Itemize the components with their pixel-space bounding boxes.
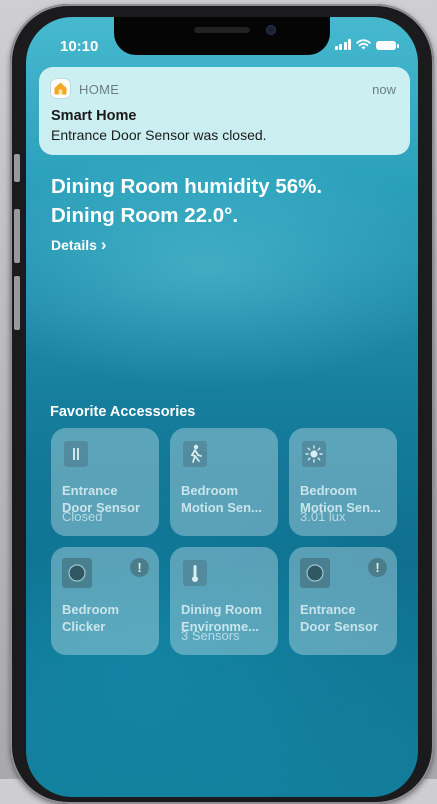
button-icon [300, 558, 330, 588]
details-label: Details [51, 237, 97, 253]
wifi-icon [356, 39, 371, 50]
home-summary: Dining Room humidity 56%. Dining Room 22… [51, 172, 411, 230]
door-sensor-icon [64, 441, 88, 467]
light-sensor-icon [302, 441, 326, 467]
accessory-name: Entrance Door Sensor [300, 602, 379, 634]
battery-icon [376, 41, 399, 50]
accessory-tile[interactable]: ! Entrance Door Sensor [289, 547, 397, 655]
earpiece-speaker [194, 27, 250, 33]
accessory-status: Closed [62, 509, 103, 524]
temperature-summary: Dining Room 22.0°. [51, 204, 239, 227]
accessory-tile[interactable]: Entrance Door Sensor Closed [51, 428, 159, 536]
notification-title: Smart Home [51, 108, 137, 124]
lock-screen: 10:10 HOME now Smart Home Entrance Door … [26, 17, 418, 797]
status-time: 10:10 [60, 38, 99, 55]
thermometer-icon [183, 560, 207, 586]
accessory-status: 3.01 lux [300, 509, 346, 524]
home-notification[interactable]: HOME now Smart Home Entrance Door Sensor… [39, 67, 410, 155]
details-link[interactable]: Details › [51, 235, 106, 255]
front-camera [266, 25, 276, 35]
favorite-accessories-title: Favorite Accessories [50, 404, 196, 420]
silent-switch [14, 154, 20, 182]
volume-down-button [14, 276, 20, 330]
notch [114, 17, 330, 55]
status-icons [334, 39, 399, 50]
accessory-tile[interactable]: Bedroom Motion Sen... [170, 428, 278, 536]
alert-icon: ! [130, 558, 149, 577]
notification-body: Entrance Door Sensor was closed. [51, 127, 267, 143]
motion-icon [183, 441, 207, 467]
humidity-summary: Dining Room humidity 56%. [51, 175, 323, 198]
accessory-name: Bedroom Motion Sen... [181, 483, 262, 515]
alert-icon: ! [368, 558, 387, 577]
chevron-right-icon: › [100, 235, 107, 254]
home-app-icon [51, 79, 70, 98]
volume-up-button [14, 209, 20, 263]
button-icon [62, 558, 92, 588]
notification-time: now [372, 82, 396, 97]
accessory-name: Bedroom Clicker [62, 602, 120, 634]
cellular-signal-icon [334, 39, 351, 50]
accessory-tile[interactable]: Dining Room Environme... 3 Sensors [170, 547, 278, 655]
accessory-status: 3 Sensors [181, 628, 240, 643]
notification-app-name: HOME [79, 82, 120, 97]
accessory-tile[interactable]: Bedroom Motion Sen... 3.01 lux [289, 428, 397, 536]
accessory-tile[interactable]: ! Bedroom Clicker [51, 547, 159, 655]
